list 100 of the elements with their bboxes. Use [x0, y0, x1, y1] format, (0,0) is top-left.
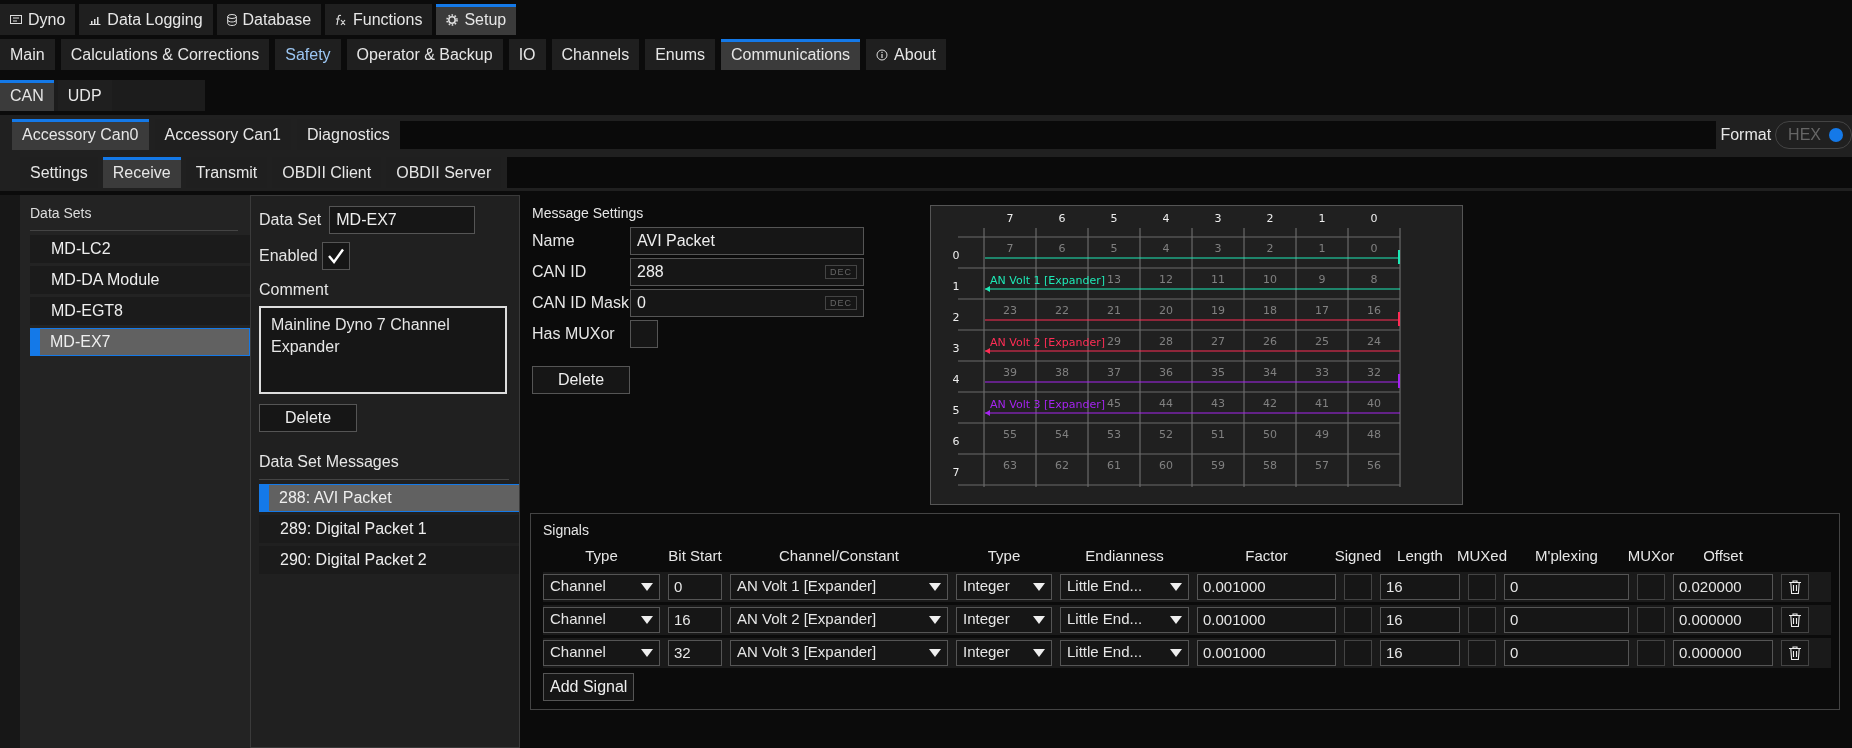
bit-number: 52 [1159, 428, 1173, 441]
bit-number: 61 [1107, 459, 1121, 472]
dropdown[interactable]: AN Volt 3 [Expander] [730, 639, 948, 666]
input-field[interactable]: AVI Packet [630, 227, 864, 255]
input-field[interactable]: 0.001000 [1197, 573, 1336, 600]
bit-number: 34 [1263, 366, 1277, 379]
list-item[interactable]: MD-LC2 [30, 235, 250, 263]
dropdown[interactable]: Integer [956, 639, 1052, 666]
bit-number: 29 [1107, 335, 1121, 348]
dropdown[interactable]: AN Volt 1 [Expander] [730, 573, 948, 600]
tab[interactable]: Functions [325, 4, 433, 35]
checkbox[interactable] [1344, 573, 1372, 600]
input-field[interactable]: 0 [1504, 606, 1629, 633]
tab[interactable]: IO [508, 39, 546, 70]
caret-icon [929, 615, 941, 624]
tab[interactable]: Enums [645, 39, 715, 70]
tab[interactable]: Channels [551, 39, 640, 70]
checkbox[interactable] [1637, 639, 1665, 666]
checkbox[interactable] [1344, 606, 1372, 633]
checkbox[interactable] [1468, 606, 1496, 633]
column-header: Channel/Constant [778, 546, 900, 566]
list-item[interactable]: 289: Digital Packet 1 [259, 515, 519, 543]
column-header: 0 [1370, 212, 1378, 225]
tab[interactable]: Database [216, 4, 322, 35]
input-field[interactable]: MD-EX7 [329, 206, 476, 234]
checkbox[interactable] [1637, 573, 1665, 600]
column-header: Type [987, 546, 1021, 566]
tab[interactable]: Data Logging [79, 4, 213, 35]
input-field[interactable]: 0 [668, 573, 722, 600]
tab[interactable]: Setup [436, 4, 517, 35]
input-field[interactable]: 0.001000 [1197, 639, 1336, 666]
list-item[interactable]: MD-EX7 [30, 328, 250, 356]
delete-button[interactable] [1781, 573, 1809, 600]
input-field[interactable]: 16 [1380, 639, 1460, 666]
caret-icon [929, 648, 941, 657]
tab[interactable]: Communications [720, 39, 861, 70]
checkbox[interactable] [1468, 639, 1496, 666]
field-label: CAN ID Mask [532, 293, 630, 313]
row-label: 5 [952, 404, 960, 417]
tab[interactable]: Main [0, 39, 55, 70]
input-field[interactable]: 0.000000 [1673, 606, 1773, 633]
column-header: Factor [1245, 546, 1288, 566]
checkbox[interactable] [630, 320, 658, 348]
input-field[interactable]: 0.001000 [1197, 606, 1336, 633]
input-field[interactable]: 32 [668, 639, 722, 666]
dropdown[interactable]: Little End... [1060, 639, 1189, 666]
bit-number: 37 [1107, 366, 1121, 379]
dropdown[interactable]: Integer [956, 573, 1052, 600]
bit-number: 40 [1367, 397, 1381, 410]
section-title: Signals [543, 521, 590, 540]
input-field[interactable]: 288 DEC [630, 258, 864, 286]
dropdown[interactable]: Little End... [1060, 573, 1189, 600]
dropdown[interactable]: Channel [543, 606, 660, 633]
list-item[interactable]: 288: AVI Packet [259, 484, 519, 512]
trash-icon [1789, 612, 1801, 627]
input-field[interactable]: 0 [1504, 639, 1629, 666]
dropdown[interactable]: Little End... [1060, 606, 1189, 633]
checkbox[interactable] [1344, 639, 1372, 666]
checkbox[interactable] [1468, 573, 1496, 600]
bit-number: 0 [1370, 242, 1378, 255]
list-item[interactable]: MD-EGT8 [30, 297, 250, 325]
dropdown[interactable]: Integer [956, 606, 1052, 633]
caret-icon [641, 582, 653, 591]
input-field[interactable]: 0.000000 [1673, 639, 1773, 666]
tab[interactable]: Accessory Can0 [12, 119, 149, 150]
section-title: Data Set Messages [259, 450, 509, 480]
tab[interactable]: Safety [275, 39, 341, 70]
list-item[interactable]: MD-DA Module [30, 266, 250, 294]
column-header: Signed [1334, 546, 1382, 566]
delete-button[interactable] [1781, 639, 1809, 666]
dropdown[interactable]: Channel [543, 639, 660, 666]
delete-button[interactable]: Delete [259, 404, 357, 432]
column-header: Length [1397, 546, 1443, 566]
input-field[interactable]: 0 DEC [630, 289, 864, 317]
delete-button[interactable]: Delete [532, 366, 630, 394]
input-field[interactable]: 0.020000 [1673, 573, 1773, 600]
input-field[interactable]: 0 [1504, 573, 1629, 600]
tab[interactable]: Calculations & Corrections [60, 39, 270, 70]
dropdown[interactable]: AN Volt 2 [Expander] [730, 606, 948, 633]
checkbox[interactable] [1637, 606, 1665, 633]
bit-number: 42 [1263, 397, 1277, 410]
input-field[interactable]: 16 [668, 606, 722, 633]
tab[interactable]: About [866, 39, 946, 70]
tab[interactable]: Receive [102, 157, 181, 188]
dropdown[interactable]: Channel [543, 573, 660, 600]
comment-field[interactable]: Mainline Dyno 7 Channel Expander [259, 306, 507, 394]
tab[interactable]: Operator & Backup [346, 39, 503, 70]
tab[interactable]: CAN [0, 80, 54, 111]
caret-icon [1170, 615, 1182, 624]
add-signal-button[interactable]: Add Signal [543, 672, 635, 701]
input-field[interactable]: 16 [1380, 606, 1460, 633]
checkbox[interactable] [321, 242, 350, 270]
unit-label: DEC [825, 265, 857, 279]
column-header: 2 [1266, 212, 1274, 225]
delete-button[interactable] [1781, 606, 1809, 633]
input-field[interactable]: 16 [1380, 573, 1460, 600]
tab[interactable]: Dyno [0, 4, 76, 35]
list-item[interactable]: 290: Digital Packet 2 [259, 546, 519, 574]
field-value: AVI Packet [637, 231, 715, 251]
column-header: 1 [1318, 212, 1326, 225]
